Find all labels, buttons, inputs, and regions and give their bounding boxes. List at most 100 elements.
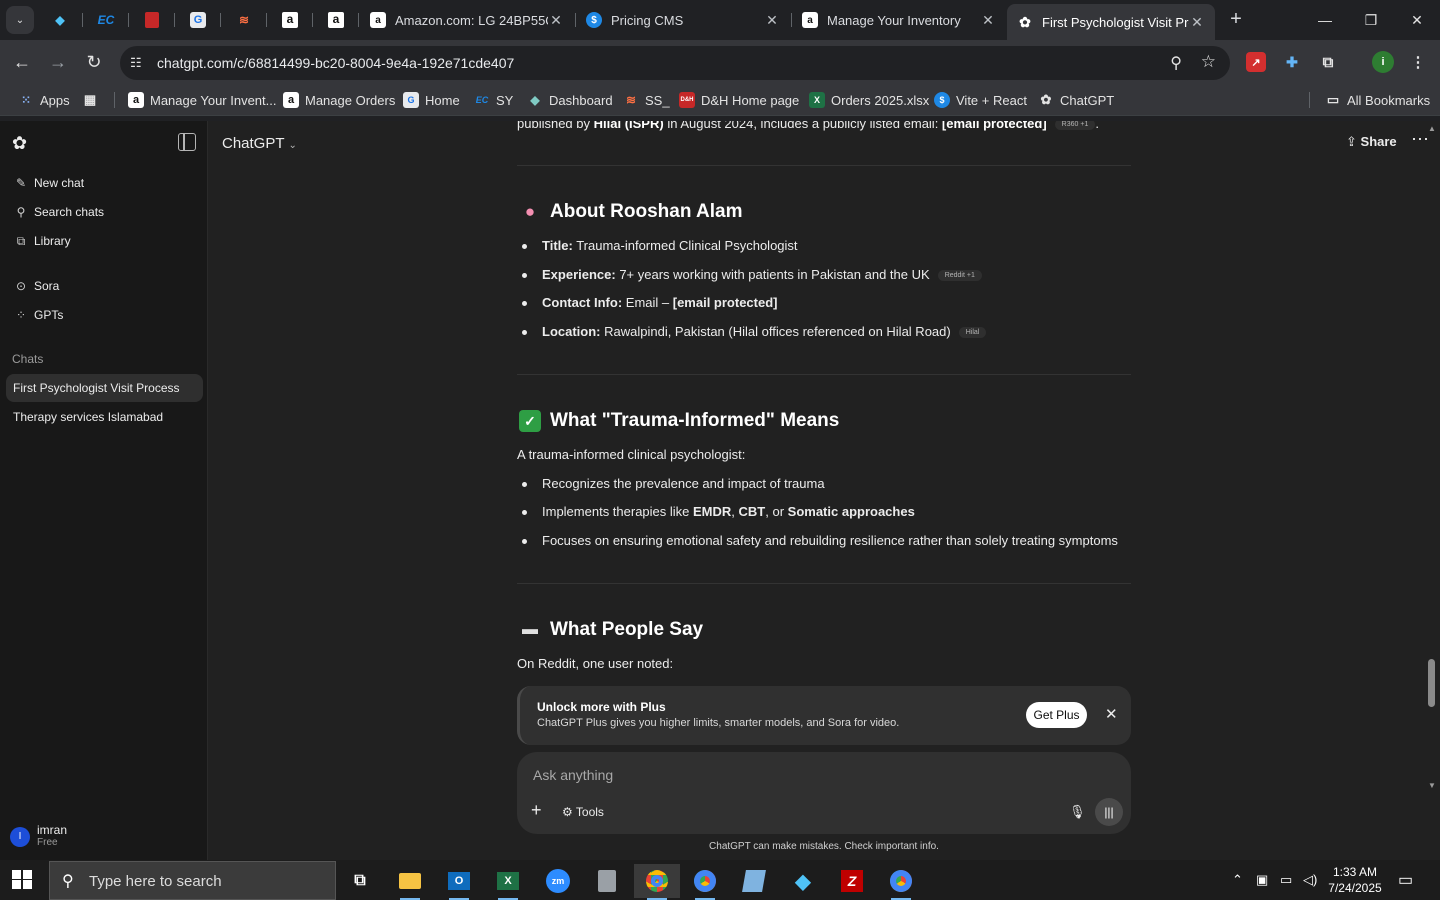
extensions-puzzle-icon[interactable]: ⧉	[1318, 52, 1338, 72]
pinned-tab-amazon-icon[interactable]: a	[278, 8, 302, 32]
bookmark-manage-inventory[interactable]: a Manage Your Invent...	[128, 90, 276, 110]
all-bookmarks[interactable]: ▭ All Bookmarks	[1325, 90, 1430, 110]
composer-input[interactable]: Ask anything	[533, 767, 613, 783]
model-selector[interactable]: ChatGPT ⌄	[222, 135, 297, 152]
list-item: Title: Trauma-informed Clinical Psycholo…	[522, 238, 798, 253]
app-diamond-icon[interactable]: ◆	[783, 864, 823, 898]
scroll-up-arrow-icon[interactable]: ▲	[1428, 124, 1436, 133]
browser-tab[interactable]: $ Pricing CMS ✕	[576, 4, 790, 36]
bookmark-manage-orders[interactable]: a Manage Orders	[283, 90, 395, 110]
task-view-icon[interactable]: ⧉	[340, 864, 380, 898]
window-close-icon[interactable]: ✕	[1394, 8, 1440, 32]
taskbar-clock[interactable]: 1:33 AM 7/24/2025	[1322, 864, 1388, 896]
sidebar-item-sora[interactable]: ⊙ Sora	[6, 272, 202, 300]
citation-pill[interactable]: Hilal	[958, 327, 987, 339]
sidebar-item-search-chats[interactable]: ⚲ Search chats	[6, 198, 202, 226]
sidebar-toggle-icon[interactable]	[178, 133, 196, 151]
close-icon[interactable]: ✕	[980, 12, 996, 29]
tray-display-icon[interactable]: ▭	[1280, 872, 1292, 888]
microphone-icon[interactable]: 🎙	[1069, 804, 1086, 820]
bookmark-dashboard[interactable]: ◆ Dashboard	[527, 90, 612, 110]
tab-search-chevron-icon[interactable]: ⌄	[6, 6, 34, 34]
citation-pill[interactable]: Reddit +1	[937, 270, 982, 282]
file-explorer-icon[interactable]	[390, 864, 430, 900]
browser-tab[interactable]: a Amazon.com: LG 24BP55Q ✕	[360, 4, 574, 36]
taskbar-search[interactable]: ⚲ Type here to search	[49, 861, 336, 900]
browser-tab-active[interactable]: ✿ First Psychologist Visit Proc ✕	[1007, 4, 1215, 40]
tools-button[interactable]: ⚙ Tools	[562, 805, 604, 819]
tray-network-alert-icon[interactable]: ▣	[1256, 872, 1268, 888]
pinned-tab-g-icon[interactable]: G	[186, 8, 210, 32]
calculator-icon[interactable]	[587, 864, 627, 898]
pinned-tab-amazon-icon[interactable]: a	[324, 8, 348, 32]
pinned-tab-app-icon[interactable]: ◆	[48, 8, 72, 32]
pinned-tab-dh-icon[interactable]	[140, 8, 164, 32]
sidebar-item-new-chat[interactable]: ✎ New chat	[6, 169, 202, 197]
close-icon[interactable]: ✕	[764, 12, 780, 29]
more-options-icon[interactable]: ⋯	[1411, 129, 1429, 150]
openai-logo-icon[interactable]: ✿	[12, 133, 32, 153]
profile-avatar[interactable]: i	[1372, 51, 1394, 73]
close-icon[interactable]: ✕	[1189, 14, 1205, 31]
bookmark-label: SY	[496, 92, 514, 108]
notifications-icon[interactable]: ▭	[1398, 870, 1413, 890]
citation-pill[interactable]: R360 +1	[1054, 121, 1096, 131]
restore-icon[interactable]: ❐	[1348, 8, 1394, 32]
browser-menu-icon[interactable]: ⋮	[1408, 52, 1428, 72]
extension-arrow-icon[interactable]: ↗	[1246, 52, 1266, 72]
scroll-down-arrow-icon[interactable]: ▼	[1428, 781, 1436, 790]
bookmark-orders-xlsx[interactable]: X Orders 2025.xlsx	[809, 90, 929, 110]
zoom-icon[interactable]: ⚲	[1170, 53, 1182, 73]
bookmark-home[interactable]: G Home	[403, 90, 460, 110]
tab-separator	[128, 13, 129, 27]
excel-icon[interactable]: X	[488, 864, 528, 900]
voice-mode-icon[interactable]: |||	[1095, 798, 1123, 826]
bookmark-star-icon[interactable]: ☆	[1201, 52, 1216, 72]
get-plus-button[interactable]: Get Plus	[1026, 702, 1087, 728]
share-button[interactable]: ⇪ Share	[1346, 134, 1397, 150]
chrome-profile-icon[interactable]	[685, 864, 725, 900]
user-profile[interactable]: I imran Free	[10, 824, 67, 849]
chat-item-active[interactable]: First Psychologist Visit Process	[6, 374, 203, 402]
reload-icon[interactable]: ↻	[82, 50, 106, 74]
pinned-tab-ec-icon[interactable]: EC	[94, 8, 118, 32]
zoom-app-icon[interactable]: zm	[538, 864, 578, 898]
bookmark-apps[interactable]: ⁙ Apps	[18, 90, 70, 110]
address-bar[interactable]: ☷ chatgpt.com/c/68814499-bc20-8004-9e4a-…	[120, 46, 1230, 80]
edit-icon: ✎	[15, 176, 27, 190]
stack-icon: ≋	[625, 93, 637, 107]
extension-puzzle-blue-icon[interactable]: ✚	[1282, 52, 1302, 72]
bookmark-sy[interactable]: EC SY	[474, 90, 514, 110]
bookmark-dh-home[interactable]: D&H D&H Home page	[679, 90, 799, 110]
tray-volume-icon[interactable]: ◁)	[1303, 872, 1317, 888]
browser-tab[interactable]: a Manage Your Inventory ✕	[792, 4, 1006, 36]
forward-icon[interactable]: →	[46, 50, 70, 74]
chat-item[interactable]: Therapy services Islamabad	[6, 403, 203, 431]
notepad-icon[interactable]	[734, 864, 774, 898]
bold-text: Experience:	[542, 267, 616, 282]
bookmark-chatgpt[interactable]: ✿ ChatGPT	[1038, 90, 1115, 110]
outlook-icon[interactable]: O	[439, 864, 479, 900]
back-icon[interactable]: ←	[10, 50, 34, 74]
filezilla-icon[interactable]: Z	[832, 864, 872, 898]
sidebar-item-gpts[interactable]: ⁘ GPTs	[6, 301, 202, 329]
close-icon[interactable]: ✕	[548, 12, 564, 29]
scrollbar-thumb[interactable]	[1428, 659, 1435, 707]
url-text[interactable]: chatgpt.com/c/68814499-bc20-8004-9e4a-19…	[157, 55, 514, 71]
tray-chevron-up-icon[interactable]: ⌃	[1232, 872, 1243, 888]
add-attachment-icon[interactable]: +	[531, 800, 542, 821]
minimize-icon[interactable]: —	[1302, 8, 1348, 32]
windows-start-icon[interactable]	[12, 870, 34, 890]
new-tab-plus-icon[interactable]: +	[1224, 8, 1248, 32]
bookmark-vite-react[interactable]: $ Vite + React	[934, 90, 1027, 110]
close-icon[interactable]: ✕	[1105, 705, 1118, 723]
site-settings-icon[interactable]: ☷	[130, 55, 142, 71]
chrome-alt-icon[interactable]	[881, 864, 921, 900]
sidebar-item-library[interactable]: ⧉ Library	[6, 227, 202, 255]
banner-title: Unlock more with Plus	[537, 700, 666, 714]
pinned-tab-stack-icon[interactable]: ≋	[232, 8, 256, 32]
bookmark-tab-groups[interactable]: ▦	[82, 90, 104, 110]
bookmark-ss[interactable]: ≋ SS_	[623, 90, 670, 110]
chrome-icon-active[interactable]	[634, 864, 680, 900]
bold-text: [email protected]	[672, 295, 778, 310]
